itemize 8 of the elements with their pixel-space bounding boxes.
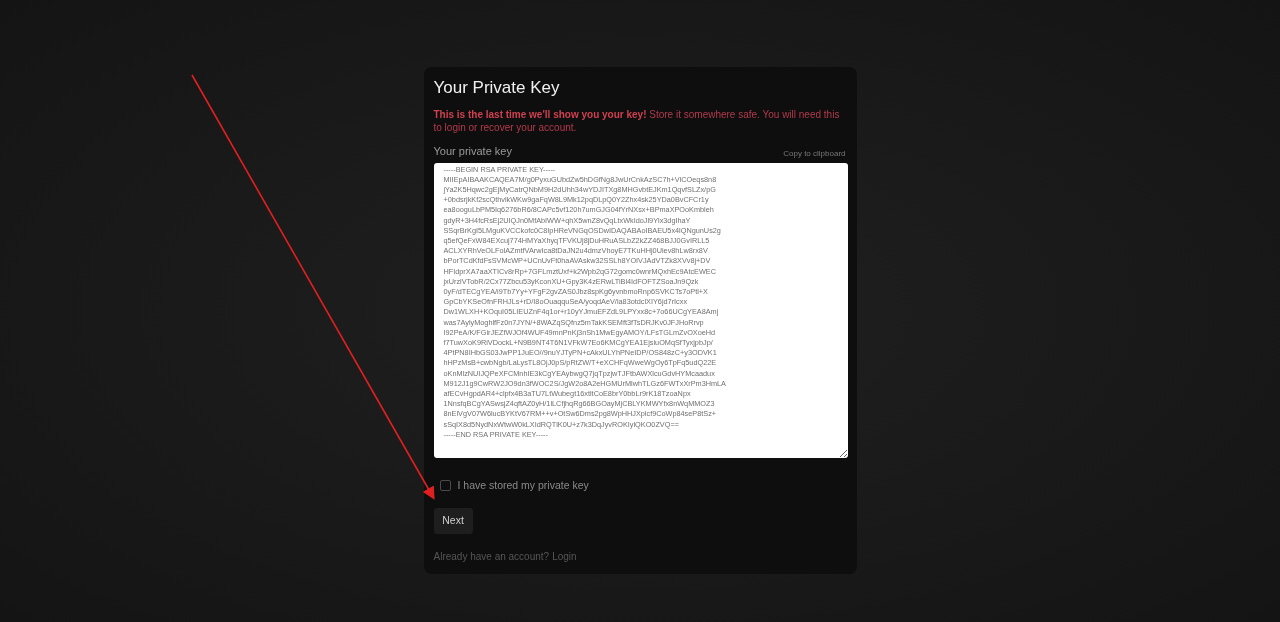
dialog-title: Your Private Key	[433, 77, 561, 99]
copy-link[interactable]: Copy to clipboard	[783, 147, 846, 160]
checkbox[interactable]	[439, 479, 451, 491]
checkbox-label: I have stored my private key	[457, 477, 589, 493]
warning-text: This is the last time we'll show you your key! Store it somewhere safe. You will need this to login or recover your account.	[433, 108, 841, 134]
next-button[interactable]: Next	[433, 508, 473, 535]
field-label: Your private key	[433, 144, 512, 159]
footer-text: Already have an account?	[433, 550, 550, 565]
